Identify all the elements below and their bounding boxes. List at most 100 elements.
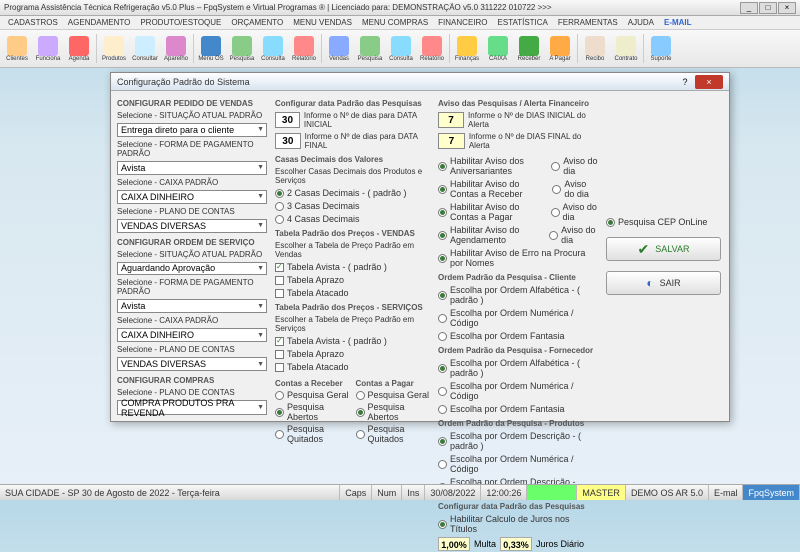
ordcli-num-radio[interactable]: Escolha por Ordem Numérica / Código	[438, 308, 598, 328]
toolbar-receber-button[interactable]: Receber	[514, 32, 544, 65]
decimais-3-radio[interactable]: 3 Casas Decimais	[275, 201, 430, 211]
toolbar-contrato-button[interactable]: Contrato	[611, 32, 641, 65]
toolbar-finanças-button[interactable]: Finanças	[452, 32, 482, 65]
vendas-pc-combo[interactable]: VENDAS DIVERSAS	[117, 219, 267, 233]
minimize-button[interactable]: _	[740, 2, 758, 14]
menu-estatistica[interactable]: ESTATÍSTICA	[494, 18, 552, 27]
ordprod-desc-radio[interactable]: Escolha por Ordem Descrição - ( padrão )	[438, 431, 598, 451]
os-pag-combo[interactable]: Avista	[117, 299, 267, 313]
aviso-erro-radio[interactable]	[438, 254, 447, 263]
menu-ajuda[interactable]: AJUDA	[624, 18, 658, 27]
status-brand[interactable]: FpqSystem	[743, 485, 800, 500]
ordfor-alfa-radio[interactable]: Escolha por Ordem Alfabética - ( padrão …	[438, 358, 598, 378]
data-final-input[interactable]: 30	[275, 133, 301, 149]
aviso-agend-radio[interactable]	[438, 231, 447, 240]
menu-compras[interactable]: MENU COMPRAS	[358, 18, 432, 27]
toolbar-label: Vendas	[329, 56, 349, 62]
vendas-sit-combo[interactable]: Entrega direto para o cliente	[117, 123, 267, 137]
toolbar-vendas-button[interactable]: Vendas	[324, 32, 354, 65]
os-cx-combo[interactable]: CAIXA DINHEIRO	[117, 328, 267, 342]
toolbar-aparelho-button[interactable]: Aparelho	[161, 32, 191, 65]
status-user: MASTER	[577, 485, 626, 500]
decimais-2-radio[interactable]: 2 Casas Decimais - ( padrão )	[275, 188, 430, 198]
prevendas-atacado-check[interactable]: Tabela Atacado	[275, 288, 430, 298]
multa-input[interactable]: 1,00%	[438, 537, 470, 551]
dialog-help-button[interactable]: ?	[675, 77, 695, 87]
receber-abertos-radio[interactable]: Pesquisa Abertos	[275, 402, 350, 422]
toolbar-consulta-button[interactable]: Consulta	[258, 32, 288, 65]
preserv-aprazo-check[interactable]: Tabela Aprazo	[275, 349, 430, 359]
pesquisa-icon	[360, 36, 380, 56]
receber-geral-radio[interactable]: Pesquisa Geral	[275, 390, 350, 400]
maximize-button[interactable]: □	[759, 2, 777, 14]
menu-produto[interactable]: PRODUTO/ESTOQUE	[136, 18, 225, 27]
pagar-abertos-radio[interactable]: Pesquisa Abertos	[356, 402, 431, 422]
toolbar-label: Relatório	[420, 56, 444, 62]
aviso-ini-input[interactable]: 7	[438, 112, 464, 128]
ordcli-fant-radio[interactable]: Escolha por Ordem Fantasia	[438, 331, 598, 341]
ordcli-alfa-radio[interactable]: Escolha por Ordem Alfabética - ( padrão …	[438, 285, 598, 305]
toolbar-consulta-button[interactable]: Consulta	[386, 32, 416, 65]
vendas-pag-combo[interactable]: Avista	[117, 161, 267, 175]
pagar-quitados-radio[interactable]: Pesquisa Quitados	[356, 424, 431, 444]
vendas-head: CONFIGURAR PEDIDO DE VENDAS	[117, 99, 267, 108]
status-mail[interactable]: E-mal	[709, 485, 744, 500]
receber-quitados-radio[interactable]: Pesquisa Quitados	[275, 424, 350, 444]
toolbar-pesquisa-button[interactable]: Pesquisa	[355, 32, 385, 65]
compras-pc-combo[interactable]: COMPRA PRODUTOS PRA REVENDA	[117, 400, 267, 415]
os-sit-combo[interactable]: Aguardando Aprovação	[117, 262, 267, 276]
toolbar-label: Produtos	[102, 56, 126, 62]
prevendas-avista-check[interactable]: Tabela Avista - ( padrão )	[275, 262, 430, 272]
toolbar-relatório-button[interactable]: Relatório	[289, 32, 319, 65]
aviso-pagar-dia-radio[interactable]	[551, 208, 560, 217]
cep-online-radio[interactable]: Pesquisa CEP OnLine	[606, 217, 721, 227]
close-button[interactable]: ×	[778, 2, 796, 14]
toolbar-funciona-button[interactable]: Funciona	[33, 32, 63, 65]
ordfor-num-radio[interactable]: Escolha por Ordem Numérica / Código	[438, 381, 598, 401]
menu-email[interactable]: E-MAIL	[660, 18, 696, 27]
aviso-receber-dia-radio[interactable]	[552, 185, 561, 194]
toolbar-caixa-button[interactable]: CAIXA	[483, 32, 513, 65]
prevendas-aprazo-check[interactable]: Tabela Aprazo	[275, 275, 430, 285]
toolbar-label: Pesquisa	[358, 56, 383, 62]
a pagar-icon	[550, 36, 570, 56]
menu-financeiro[interactable]: FINANCEIRO	[434, 18, 491, 27]
aviso-aniv-radio[interactable]	[438, 162, 447, 171]
toolbar-produtos-button[interactable]: Produtos	[99, 32, 129, 65]
aviso-agend-dia-radio[interactable]	[549, 231, 558, 240]
aviso-fin-input[interactable]: 7	[438, 133, 465, 149]
toolbar-recibo-button[interactable]: Recibo	[580, 32, 610, 65]
juros-enable-radio[interactable]: Habilitar Calculo de Juros nos Títulos	[438, 514, 598, 534]
menu-cadastros[interactable]: CADASTROS	[4, 18, 62, 27]
aviso-receber-radio[interactable]	[438, 185, 447, 194]
aviso-fin-label: Informe o Nº de DIAS FINAL do Alerta	[469, 132, 598, 150]
ordfor-fant-radio[interactable]: Escolha por Ordem Fantasia	[438, 404, 598, 414]
toolbar-suporte-button[interactable]: Suporte	[646, 32, 676, 65]
ordprod-num-radio[interactable]: Escolha por Ordem Numérica / Código	[438, 454, 598, 474]
menu-vendas[interactable]: MENU VENDAS	[289, 18, 356, 27]
toolbar-pesquisa-button[interactable]: Pesquisa	[227, 32, 257, 65]
preserv-atacado-check[interactable]: Tabela Atacado	[275, 362, 430, 372]
preserv-avista-check[interactable]: Tabela Avista - ( padrão )	[275, 336, 430, 346]
juros-diario-input[interactable]: 0,33%	[500, 537, 532, 551]
dialog-close-button[interactable]: ×	[695, 75, 723, 89]
menu-ferramentas[interactable]: FERRAMENTAS	[554, 18, 622, 27]
menu-agendamento[interactable]: AGENDAMENTO	[64, 18, 135, 27]
aviso-aniv-dia-radio[interactable]	[551, 162, 560, 171]
salvar-button[interactable]: ✔SALVAR	[606, 237, 721, 261]
toolbar-agenda-button[interactable]: Agenda	[64, 32, 94, 65]
decimais-4-radio[interactable]: 4 Casas Decimais	[275, 214, 430, 224]
vendas-cx-combo[interactable]: CAIXA DINHEIRO	[117, 190, 267, 204]
toolbar-menu os-button[interactable]: Menu OS	[196, 32, 226, 65]
toolbar-clientes-button[interactable]: Clientes	[2, 32, 32, 65]
os-pc-combo[interactable]: VENDAS DIVERSAS	[117, 357, 267, 371]
toolbar-relatório-button[interactable]: Relatório	[417, 32, 447, 65]
menu-orcamento[interactable]: ORÇAMENTO	[227, 18, 287, 27]
toolbar-consultar-button[interactable]: Consultar	[130, 32, 160, 65]
sair-button[interactable]: ◐SAIR	[606, 271, 721, 295]
pagar-geral-radio[interactable]: Pesquisa Geral	[356, 390, 431, 400]
toolbar-a pagar-button[interactable]: A Pagar	[545, 32, 575, 65]
decimais-sub: Escolher Casas Decimais dos Produtos e S…	[275, 167, 430, 185]
aviso-pagar-radio[interactable]	[438, 208, 447, 217]
data-inicial-input[interactable]: 30	[275, 112, 300, 128]
